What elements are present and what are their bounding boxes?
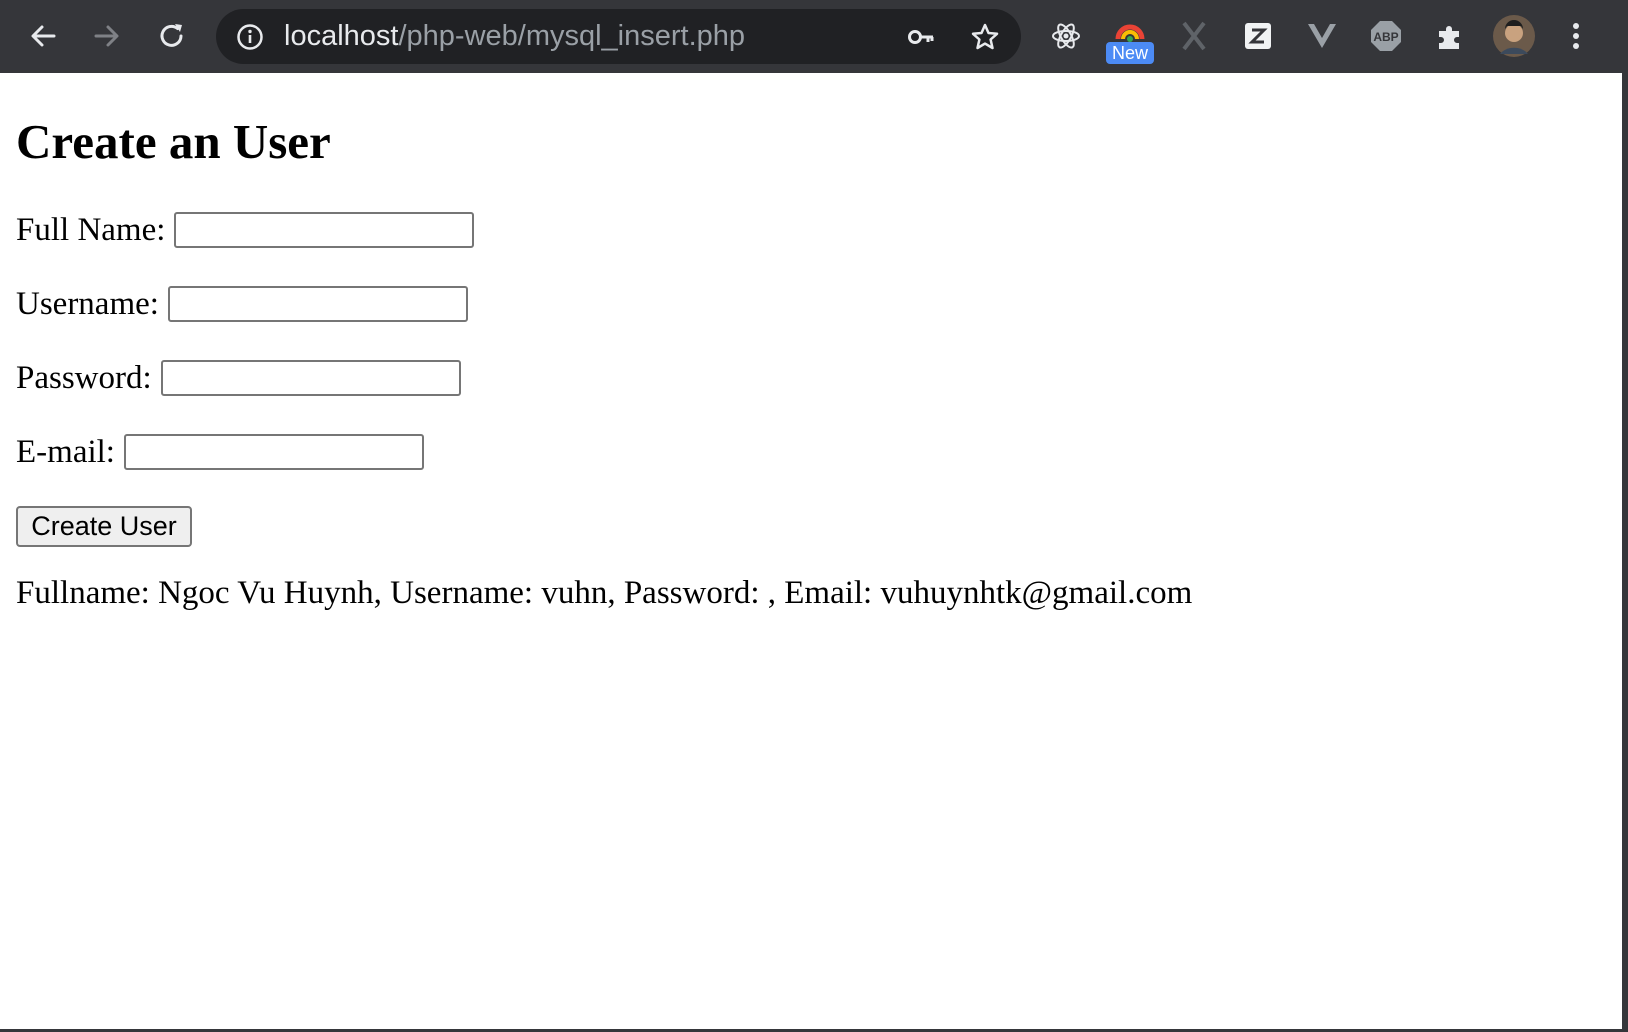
result-text: Fullname: Ngoc Vu Huynh, Username: vuhn,… — [16, 575, 1193, 611]
username-input[interactable] — [167, 286, 468, 322]
vue-icon — [1308, 24, 1336, 48]
react-devtools-button[interactable] — [1044, 14, 1088, 58]
star-icon[interactable] — [970, 22, 1000, 52]
full-name-row: Full Name: — [16, 209, 475, 251]
abp-icon: ABP — [1371, 21, 1401, 51]
react-icon — [1052, 23, 1080, 49]
forward-button[interactable] — [85, 14, 129, 58]
page-title: Create an User — [16, 114, 331, 169]
username-row: Username: — [16, 283, 468, 325]
url-host: localhost — [284, 20, 399, 52]
email-row: E-mail: — [16, 431, 424, 473]
url-text[interactable]: localhost/php-web/mysql_insert.php — [284, 9, 745, 64]
window-border — [1622, 0, 1628, 1032]
puzzle-icon — [1439, 26, 1459, 49]
create-user-button[interactable]: Create User — [16, 506, 192, 547]
back-arrow-icon — [31, 25, 56, 47]
zotero-button[interactable] — [1236, 14, 1280, 58]
browser-toolbar: localhost/php-web/mysql_insert.php New A… — [0, 0, 1622, 73]
x-icon — [1182, 21, 1206, 51]
forward-arrow-icon — [94, 25, 119, 47]
profile-button[interactable] — [1492, 14, 1536, 58]
back-button[interactable] — [21, 14, 65, 58]
extensions-button[interactable] — [1428, 14, 1472, 58]
vue-devtools-button[interactable] — [1300, 14, 1344, 58]
reload-icon — [160, 24, 183, 47]
new-badge: New — [1106, 42, 1154, 64]
full-name-label: Full Name: — [16, 211, 166, 248]
info-icon[interactable] — [236, 23, 264, 51]
more-icon — [1573, 23, 1579, 49]
menu-button[interactable] — [1556, 14, 1596, 58]
password-input[interactable] — [160, 360, 461, 396]
email-input[interactable] — [123, 434, 424, 470]
password-label: Password: — [16, 359, 152, 396]
avatar — [1493, 15, 1535, 57]
adblock-plus-button[interactable]: ABP — [1364, 14, 1408, 58]
email-label: E-mail: — [16, 433, 115, 470]
username-label: Username: — [16, 285, 159, 322]
full-name-input[interactable] — [174, 212, 475, 248]
password-row: Password: — [16, 357, 461, 399]
zotero-icon — [1245, 23, 1271, 49]
svg-text:ABP: ABP — [1373, 30, 1398, 44]
key-icon[interactable] — [906, 22, 936, 52]
reload-button[interactable] — [150, 14, 194, 58]
x-extension-button[interactable] — [1172, 14, 1216, 58]
url-path: /php-web/mysql_insert.php — [398, 20, 746, 52]
address-bar[interactable]: localhost/php-web/mysql_insert.php — [216, 9, 1021, 64]
